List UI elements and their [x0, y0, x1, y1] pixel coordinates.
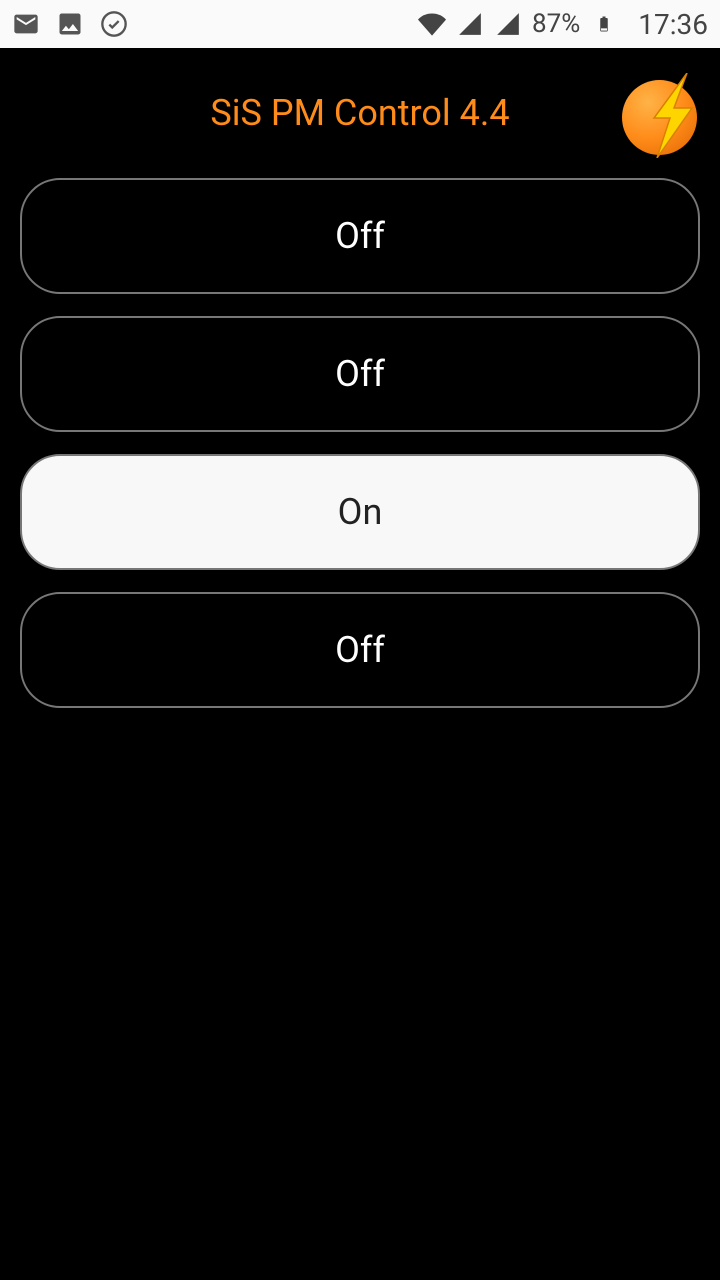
signal-icon-2	[494, 10, 522, 38]
outlet-button-4[interactable]: Off	[20, 592, 700, 708]
checkmark-circle-icon	[100, 10, 128, 38]
lightning-logo-icon	[622, 73, 702, 153]
status-right-icons: 87% 17:36	[418, 8, 708, 41]
outlet-label: On	[338, 491, 383, 533]
status-bar: 87% 17:36	[0, 0, 720, 48]
status-left-icons	[12, 10, 128, 38]
outlet-label: Off	[335, 629, 385, 671]
outlet-label: Off	[335, 353, 385, 395]
wifi-icon	[418, 10, 446, 38]
battery-icon	[590, 10, 618, 38]
app-title: SiS PM Control 4.4	[210, 92, 509, 134]
app-header: SiS PM Control 4.4	[0, 48, 720, 178]
clock-text: 17:36	[638, 8, 708, 41]
battery-percent-text: 87%	[532, 9, 580, 39]
signal-icon-1	[456, 10, 484, 38]
outlet-button-3[interactable]: On	[20, 454, 700, 570]
app-content: SiS PM Control 4.4 Off Off On Off	[0, 48, 720, 1280]
outlet-button-2[interactable]: Off	[20, 316, 700, 432]
image-icon	[56, 10, 84, 38]
outlet-button-1[interactable]: Off	[20, 178, 700, 294]
outlet-list: Off Off On Off	[0, 178, 720, 708]
mail-icon	[12, 10, 40, 38]
outlet-label: Off	[335, 215, 385, 257]
